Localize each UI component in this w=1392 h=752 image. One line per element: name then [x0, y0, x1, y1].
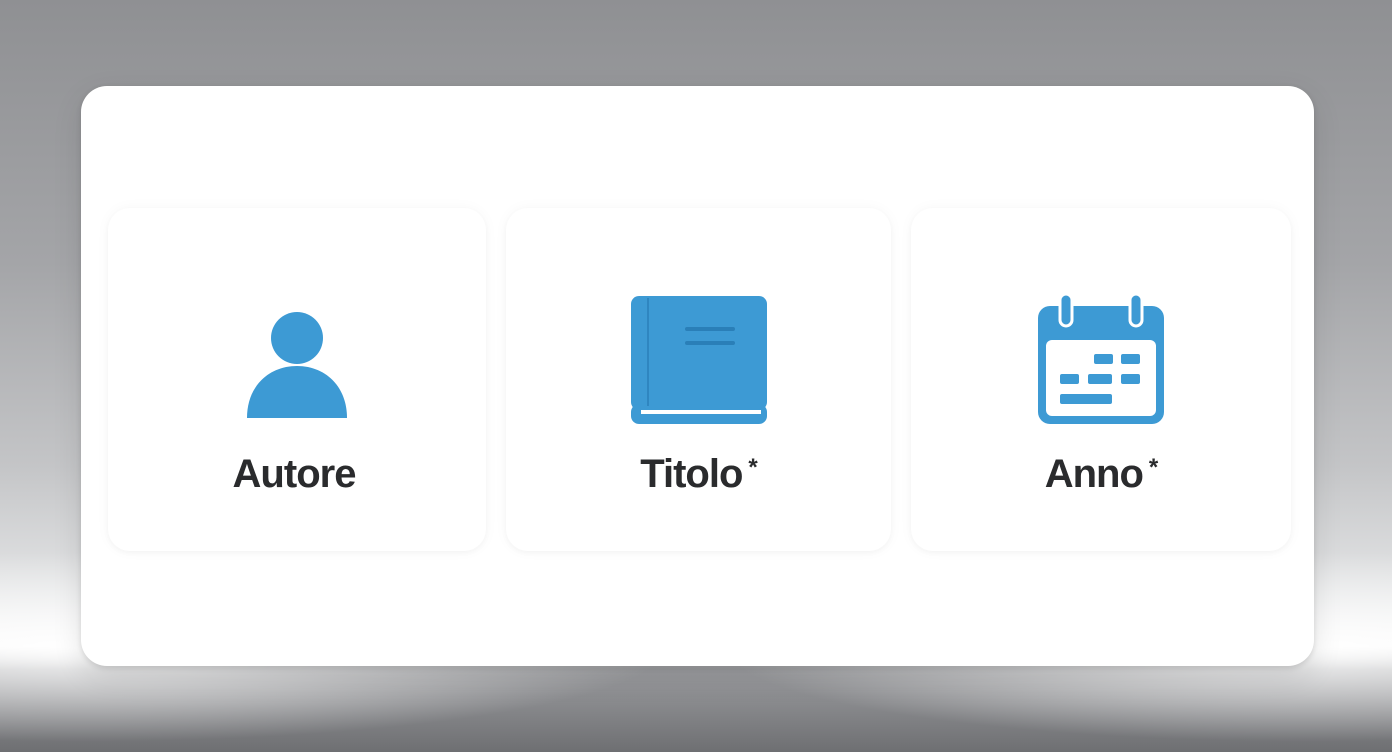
field-label-titolo: Titolo *	[506, 452, 891, 497]
required-asterisk: *	[1148, 454, 1158, 481]
field-label-text: Titolo	[640, 452, 743, 496]
field-label-anno: Anno *	[911, 452, 1291, 497]
field-card-anno[interactable]: Anno *	[911, 208, 1291, 551]
field-card-titolo[interactable]: Titolo *	[506, 208, 891, 551]
field-selector-panel: Autore Titolo * Anno *	[81, 86, 1314, 666]
calendar-icon	[1038, 292, 1164, 424]
field-card-autore[interactable]: Autore	[108, 208, 486, 551]
person-icon	[247, 312, 347, 418]
field-label-text: Autore	[232, 452, 357, 496]
required-asterisk: *	[748, 454, 757, 481]
field-label-text: Anno	[1044, 452, 1144, 496]
field-label-autore: Autore	[108, 452, 486, 497]
book-icon	[630, 296, 767, 424]
